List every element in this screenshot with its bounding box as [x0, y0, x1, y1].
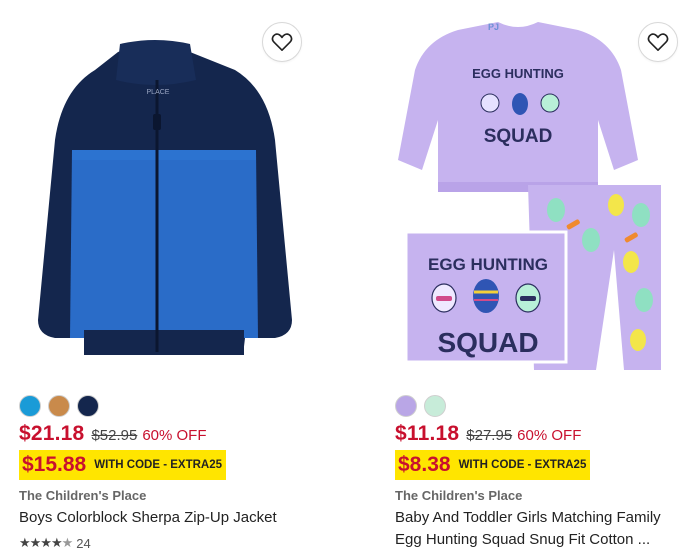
pajama-image: PJ EGG HUNTING SQUAD EGG HUNTING SQUAD [398, 22, 661, 370]
promo-code-label: WITH CODE - EXTRA25 [458, 459, 587, 471]
shirt-graphic-top: EGG HUNTING [472, 66, 564, 81]
heart-outline-icon [647, 33, 669, 51]
color-swatch-mint[interactable] [424, 395, 446, 417]
product-name-line2: Egg Hunting Squad Snug Fit Cotton ... [395, 531, 651, 548]
price-row: $21.18 $52.95 60% OFF [19, 422, 207, 446]
color-swatch-tan[interactable] [48, 395, 70, 417]
product-card[interactable]: PLACE $21.18 $52.95 60% OFF $15.88 WITH … [0, 0, 330, 549]
patch-graphic-bottom: SQUAD [437, 327, 538, 358]
promo-badge: $15.88 WITH CODE - EXTRA25 [19, 450, 227, 480]
brand-name: The Children's Place [395, 488, 523, 503]
product-name[interactable]: Boys Colorblock Sherpa Zip-Up Jacket [19, 507, 277, 529]
color-swatches [19, 395, 99, 417]
star-rating-icon: ★★★★★ [19, 535, 73, 549]
sale-price: $21.18 [19, 422, 85, 445]
promo-badge: $8.38 WITH CODE - EXTRA25 [395, 450, 591, 480]
brand-name: The Children's Place [19, 488, 147, 503]
discount-label: 60% OFF [142, 427, 207, 444]
color-swatch-blue[interactable] [19, 395, 41, 417]
color-swatch-lavender[interactable] [395, 395, 417, 417]
promo-price: $15.88 [22, 453, 87, 476]
wishlist-button[interactable] [638, 22, 678, 62]
shirt-graphic-bottom: SQUAD [484, 126, 553, 147]
promo-code-label: WITH CODE - EXTRA25 [94, 459, 223, 471]
color-swatch-navy[interactable] [77, 395, 99, 417]
original-price: $27.95 [466, 427, 513, 444]
price-row: $11.18 $27.95 60% OFF [395, 422, 581, 446]
rating[interactable]: ★★★★★ 24 [19, 535, 91, 549]
product-name[interactable]: Baby And Toddler Girls Matching Family E… [395, 507, 681, 549]
review-count: 24 [76, 535, 91, 549]
original-price: $52.95 [91, 427, 138, 444]
product-card[interactable]: PJ EGG HUNTING SQUAD EGG HUNTING SQUAD $… [376, 0, 681, 549]
promo-price: $8.38 [398, 453, 451, 476]
product-name-line1: Baby And Toddler Girls Matching Family [395, 509, 661, 526]
discount-label: 60% OFF [517, 427, 582, 444]
product-image[interactable]: PJ EGG HUNTING SQUAD EGG HUNTING SQUAD [376, 0, 681, 385]
wishlist-button[interactable] [262, 22, 302, 62]
heart-outline-icon [271, 33, 293, 51]
sale-price: $11.18 [395, 422, 460, 445]
patch-graphic-top: EGG HUNTING [428, 255, 548, 274]
svg-text:PJ: PJ [488, 22, 499, 32]
svg-text:PLACE: PLACE [147, 89, 170, 96]
color-swatches [395, 395, 446, 417]
